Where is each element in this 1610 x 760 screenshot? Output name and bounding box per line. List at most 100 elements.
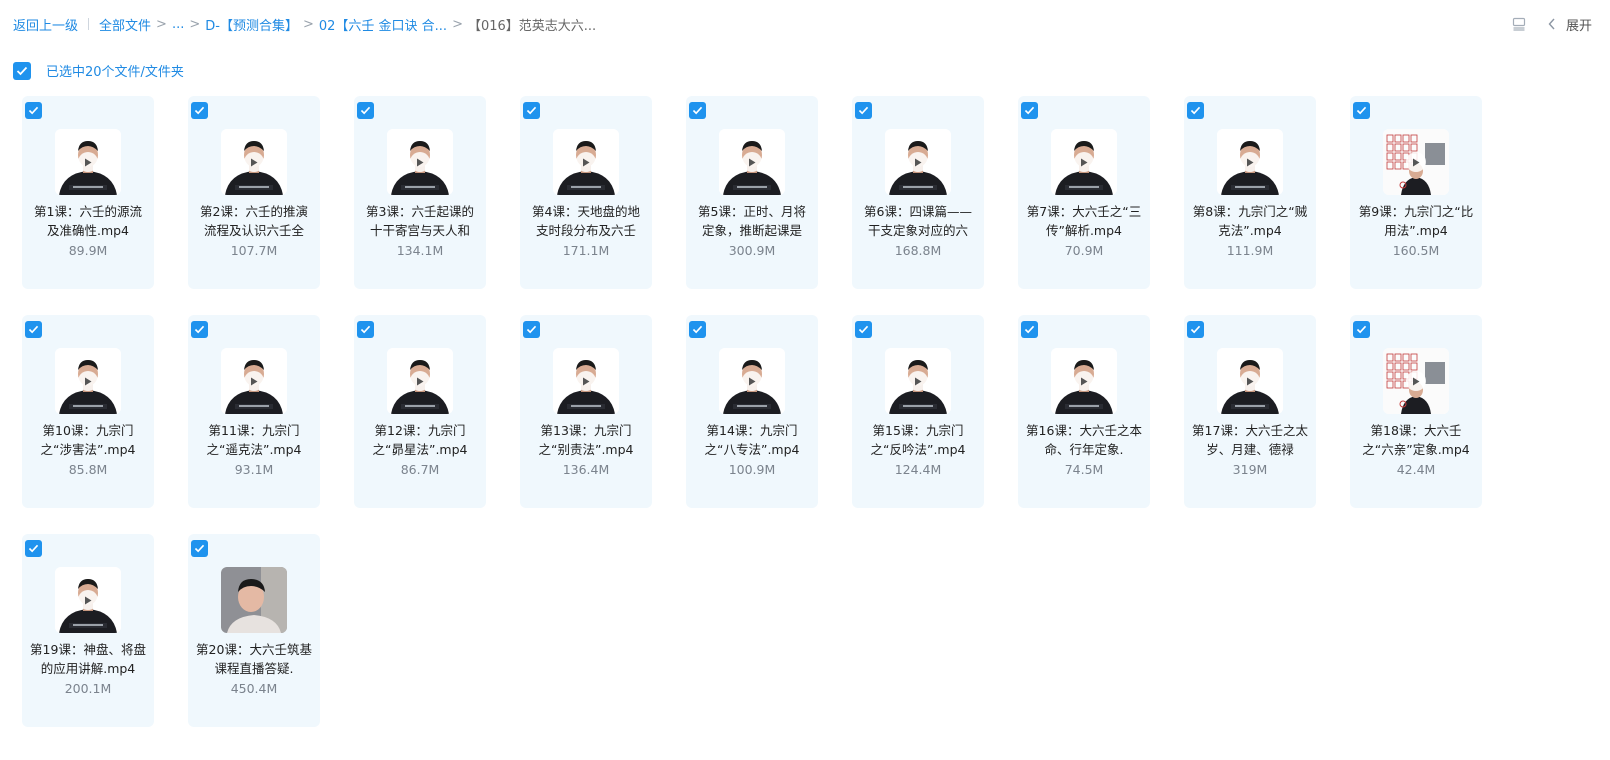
video-thumbnail[interactable] [55, 129, 121, 195]
file-checkbox[interactable] [25, 102, 42, 119]
file-size: 89.9M [68, 243, 108, 258]
file-checkbox[interactable] [855, 321, 872, 338]
video-thumbnail[interactable] [221, 129, 287, 195]
file-card[interactable]: 第17课：大六壬之太岁、月建、德禄 319M [1184, 315, 1316, 508]
video-thumbnail[interactable] [55, 348, 121, 414]
video-thumbnail[interactable] [719, 129, 785, 195]
file-checkbox[interactable] [25, 540, 42, 557]
video-thumbnail[interactable] [221, 348, 287, 414]
file-card[interactable]: 第7课：大六壬之“三传”解析.mp4 70.9M [1018, 96, 1150, 289]
file-grid: 第1课：六壬的源流及准确性.mp4 89.9M 第2课：六壬的推演流程及认识六壬全 1… [22, 96, 1482, 727]
file-card[interactable]: 第9课：九宗门之“比用法”.mp4 160.5M [1350, 96, 1482, 289]
file-card[interactable]: 第18课：大六壬之“六亲”定象.mp4 42.4M [1350, 315, 1482, 508]
file-card[interactable]: 第19课：神盘、将盘的应用讲解.mp4 200.1M [22, 534, 154, 727]
file-size: 107.7M [230, 243, 278, 258]
breadcrumb-folder-liuren[interactable]: 02【六壬 金口诀 合... [319, 15, 447, 34]
file-name: 第2课：六壬的推演流程及认识六壬全 [200, 204, 308, 238]
play-icon [1074, 371, 1094, 391]
file-size: 86.7M [400, 462, 440, 477]
video-thumbnail[interactable] [1383, 129, 1449, 195]
file-name: 第11课：九宗门之“遥克法”.mp4 [206, 423, 302, 457]
file-name: 第6课：四课篇——干支定象对应的六 [864, 204, 972, 238]
file-name: 第18课：大六壬之“六亲”定象.mp4 [1362, 423, 1470, 457]
file-checkbox[interactable] [25, 321, 42, 338]
file-card[interactable]: 第6课：四课篇——干支定象对应的六 168.8M [852, 96, 984, 289]
video-thumbnail[interactable] [553, 129, 619, 195]
video-thumbnail[interactable] [719, 348, 785, 414]
file-card[interactable]: 第14课：九宗门之“八专法”.mp4 100.9M [686, 315, 818, 508]
file-checkbox[interactable] [357, 321, 374, 338]
breadcrumb: 返回上一级 全部文件 > ... > D-【预测合集】 > 02【六壬 金口诀 … [13, 12, 596, 36]
file-size: 134.1M [396, 243, 444, 258]
file-checkbox[interactable] [191, 540, 208, 557]
video-thumbnail[interactable] [1051, 348, 1117, 414]
selection-count: 已选中20个文件/文件夹 [46, 65, 184, 80]
file-name: 第12课：九宗门之“昴星法”.mp4 [372, 423, 468, 457]
video-thumbnail[interactable] [553, 348, 619, 414]
video-thumbnail[interactable] [1051, 129, 1117, 195]
file-checkbox[interactable] [523, 321, 540, 338]
file-name: 第7课：大六壬之“三传”解析.mp4 [1026, 204, 1142, 238]
breadcrumb-folder-prediction[interactable]: D-【预测合集】 [205, 15, 298, 34]
expand-button[interactable]: 展开 [1548, 15, 1592, 34]
file-name: 第4课：天地盘的地支时段分布及六壬 [532, 204, 640, 238]
select-all-checkbox[interactable] [13, 61, 31, 80]
file-card[interactable]: 第10课：九宗门之“涉害法”.mp4 85.8M [22, 315, 154, 508]
chevron-left-icon [1548, 18, 1556, 30]
file-size: 70.9M [1064, 243, 1104, 258]
file-checkbox[interactable] [191, 102, 208, 119]
file-card[interactable]: 第11课：九宗门之“遥克法”.mp4 93.1M [188, 315, 320, 508]
play-icon [576, 152, 596, 172]
file-card[interactable]: 第13课：九宗门之“别责法”.mp4 136.4M [520, 315, 652, 508]
file-checkbox[interactable] [1353, 321, 1370, 338]
video-thumbnail[interactable] [55, 567, 121, 633]
file-checkbox[interactable] [191, 321, 208, 338]
play-icon [1406, 371, 1426, 391]
file-checkbox[interactable] [1353, 102, 1370, 119]
file-card[interactable]: 第8课：九宗门之“贼克法”.mp4 111.9M [1184, 96, 1316, 289]
file-card[interactable]: 第5课：正时、月将定象，推断起课是 300.9M [686, 96, 818, 289]
file-checkbox[interactable] [1021, 102, 1038, 119]
play-icon [1240, 371, 1260, 391]
file-card[interactable]: 第3课：六壬起课的十干寄宫与天人和 134.1M [354, 96, 486, 289]
play-icon [78, 590, 98, 610]
video-thumbnail[interactable] [221, 567, 287, 633]
file-card[interactable]: 第15课：九宗门之“反吟法”.mp4 124.4M [852, 315, 984, 508]
file-name: 第14课：九宗门之“八专法”.mp4 [704, 423, 800, 457]
file-card[interactable]: 第20课：大六壬筑基课程直播答疑. 450.4M [188, 534, 320, 727]
file-card[interactable]: 第4课：天地盘的地支时段分布及六壬 171.1M [520, 96, 652, 289]
file-checkbox[interactable] [689, 102, 706, 119]
file-checkbox[interactable] [1021, 321, 1038, 338]
video-thumbnail[interactable] [885, 129, 951, 195]
video-thumbnail[interactable] [1217, 129, 1283, 195]
file-card[interactable]: 第12课：九宗门之“昴星法”.mp4 86.7M [354, 315, 486, 508]
breadcrumb-ellipsis[interactable]: ... [172, 17, 184, 32]
file-checkbox[interactable] [1187, 102, 1204, 119]
file-card[interactable]: 第16课：大六壬之本命、行年定象. 74.5M [1018, 315, 1150, 508]
file-checkbox[interactable] [1187, 321, 1204, 338]
file-size: 93.1M [234, 462, 274, 477]
video-thumbnail[interactable] [885, 348, 951, 414]
play-icon [244, 371, 264, 391]
video-thumbnail[interactable] [1383, 348, 1449, 414]
file-checkbox[interactable] [855, 102, 872, 119]
video-thumbnail[interactable] [387, 129, 453, 195]
expand-label: 展开 [1565, 18, 1592, 34]
chevron-right-icon: > [156, 16, 167, 32]
file-checkbox[interactable] [689, 321, 706, 338]
file-name: 第15课：九宗门之“反吟法”.mp4 [870, 423, 966, 457]
top-right-actions: 展开 [1512, 12, 1592, 36]
file-size: 168.8M [894, 243, 942, 258]
video-thumbnail[interactable] [1217, 348, 1283, 414]
list-view-icon[interactable] [1512, 17, 1526, 31]
video-thumbnail[interactable] [387, 348, 453, 414]
back-link[interactable]: 返回上一级 [13, 15, 78, 34]
file-card[interactable]: 第1课：六壬的源流及准确性.mp4 89.9M [22, 96, 154, 289]
play-icon [576, 371, 596, 391]
file-name: 第20课：大六壬筑基课程直播答疑. [196, 642, 312, 676]
file-checkbox[interactable] [523, 102, 540, 119]
breadcrumb-all-files[interactable]: 全部文件 [99, 15, 151, 34]
file-card[interactable]: 第2课：六壬的推演流程及认识六壬全 107.7M [188, 96, 320, 289]
play-icon [78, 371, 98, 391]
file-checkbox[interactable] [357, 102, 374, 119]
